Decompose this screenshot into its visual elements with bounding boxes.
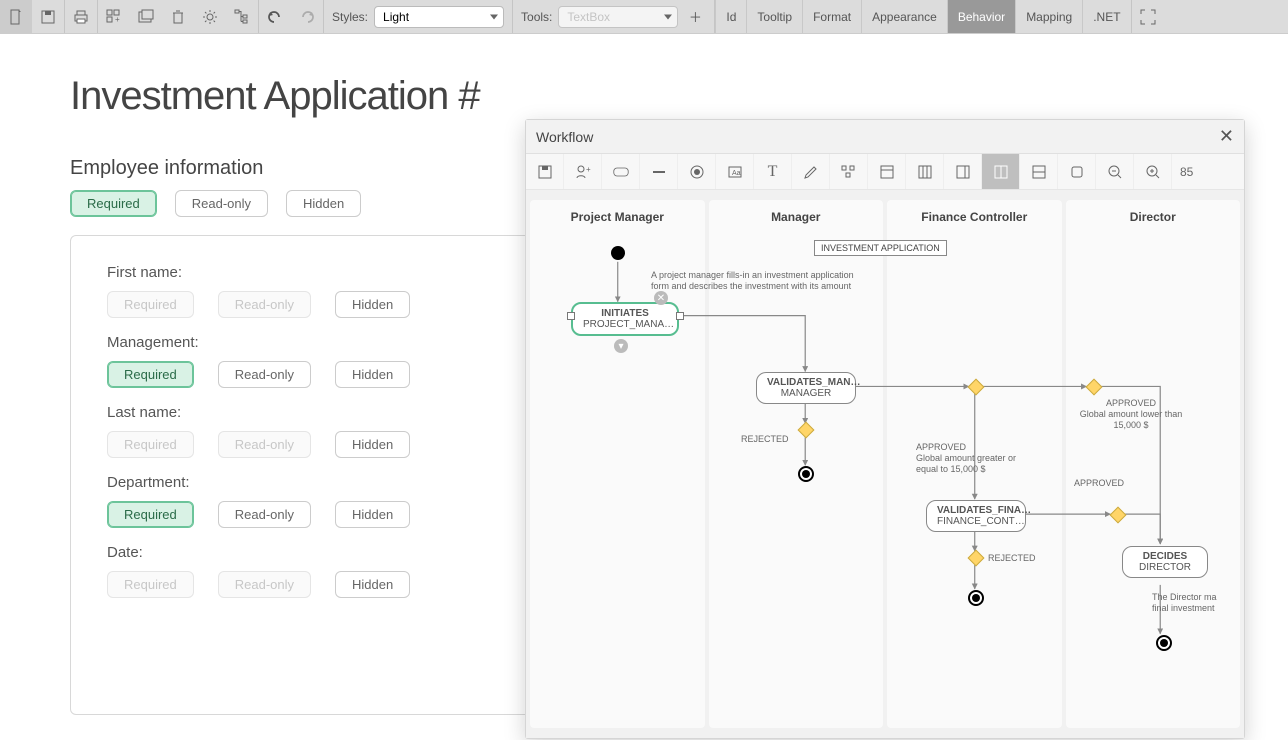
- section-pill-hidden[interactable]: Hidden: [286, 190, 361, 217]
- grid-add-icon[interactable]: +: [98, 0, 130, 33]
- wf-columns3-icon[interactable]: [906, 154, 944, 189]
- tab-format[interactable]: Format: [802, 0, 861, 33]
- state-pill-hidden[interactable]: Hidden: [335, 571, 410, 598]
- state-pill-required[interactable]: Required: [107, 361, 194, 388]
- svg-text:+: +: [586, 165, 591, 174]
- wf-layout1-icon[interactable]: [868, 154, 906, 189]
- tree-icon[interactable]: [226, 0, 258, 33]
- workflow-body: Project Manager Manager Finance Controll…: [526, 190, 1244, 738]
- state-pill-hidden[interactable]: Hidden: [335, 501, 410, 528]
- styles-select[interactable]: Light: [374, 6, 504, 28]
- wf-actor-add-icon[interactable]: +: [564, 154, 602, 189]
- lane-pm: Project Manager: [530, 200, 705, 728]
- window-icon[interactable]: [130, 0, 162, 33]
- state-pill-required[interactable]: Required: [107, 291, 194, 318]
- tab-net[interactable]: .NET: [1082, 0, 1130, 33]
- state-pill-readonly[interactable]: Read-only: [218, 361, 311, 388]
- state-pill-required[interactable]: Required: [107, 571, 194, 598]
- wf-zoom-out-icon[interactable]: [1096, 154, 1134, 189]
- state-pill-hidden[interactable]: Hidden: [335, 291, 410, 318]
- wf-columns2-icon[interactable]: [982, 154, 1020, 189]
- workflow-toolbar: + Aa T 85: [526, 154, 1244, 190]
- tab-behavior[interactable]: Behavior: [947, 0, 1015, 33]
- page-title: Investment Application #: [70, 74, 1288, 119]
- section-pill-readonly[interactable]: Read-only: [175, 190, 268, 217]
- state-pill-required[interactable]: Required: [107, 501, 194, 528]
- wf-circle-icon[interactable]: [678, 154, 716, 189]
- wf-zoom-in-icon[interactable]: [1134, 154, 1172, 189]
- svg-text:Aa: Aa: [732, 170, 741, 177]
- redo-icon[interactable]: [291, 0, 323, 33]
- lane-manager: Manager: [709, 200, 884, 728]
- wf-align-distribute-icon[interactable]: [830, 154, 868, 189]
- wf-single-icon[interactable]: [1058, 154, 1096, 189]
- close-icon[interactable]: ✕: [1219, 126, 1234, 147]
- wf-textframe-icon[interactable]: Aa: [716, 154, 754, 189]
- wf-text-icon[interactable]: T: [754, 154, 792, 189]
- svg-text:+: +: [115, 15, 120, 24]
- fullscreen-icon[interactable]: [1132, 0, 1164, 33]
- lane-director: Director: [1066, 200, 1241, 728]
- state-pill-readonly[interactable]: Read-only: [218, 291, 311, 318]
- app-toolbar: + Styles: Light Tools: TextBox ＋ IdToolt…: [0, 0, 1288, 34]
- add-tool-icon[interactable]: ＋: [684, 7, 706, 26]
- trash-icon[interactable]: [162, 0, 194, 33]
- lane-finance: Finance Controller: [887, 200, 1062, 728]
- state-pill-readonly[interactable]: Read-only: [218, 501, 311, 528]
- tab-tooltip[interactable]: Tooltip: [746, 0, 802, 33]
- state-pill-readonly[interactable]: Read-only: [218, 571, 311, 598]
- section-pill-required[interactable]: Required: [70, 190, 157, 217]
- state-pill-hidden[interactable]: Hidden: [335, 361, 410, 388]
- state-pill-hidden[interactable]: Hidden: [335, 431, 410, 458]
- print-icon[interactable]: [65, 0, 97, 33]
- tab-mapping[interactable]: Mapping: [1015, 0, 1082, 33]
- wf-line-icon[interactable]: [640, 154, 678, 189]
- tools-select[interactable]: TextBox: [558, 6, 678, 28]
- new-file-icon[interactable]: [0, 0, 32, 33]
- state-pill-required[interactable]: Required: [107, 431, 194, 458]
- wf-rect-icon[interactable]: [602, 154, 640, 189]
- state-pill-readonly[interactable]: Read-only: [218, 431, 311, 458]
- undo-icon[interactable]: [259, 0, 291, 33]
- gear-icon[interactable]: [194, 0, 226, 33]
- wf-zoom-value: 85: [1172, 154, 1201, 189]
- wf-save-icon[interactable]: [526, 154, 564, 189]
- styles-label: Styles:: [332, 10, 368, 24]
- save-icon[interactable]: [32, 0, 64, 33]
- wf-sidebar-right-icon[interactable]: [944, 154, 982, 189]
- wf-rows-icon[interactable]: [1020, 154, 1058, 189]
- wf-pen-icon[interactable]: [792, 154, 830, 189]
- workflow-panel: Workflow ✕ + Aa T 85 Project Manager Ma: [525, 119, 1245, 739]
- workflow-title: Workflow: [536, 129, 593, 145]
- tab-appearance[interactable]: Appearance: [861, 0, 947, 33]
- tools-label: Tools:: [521, 10, 552, 24]
- tab-id[interactable]: Id: [715, 0, 746, 33]
- form-canvas: Investment Application # Employee inform…: [0, 34, 1288, 715]
